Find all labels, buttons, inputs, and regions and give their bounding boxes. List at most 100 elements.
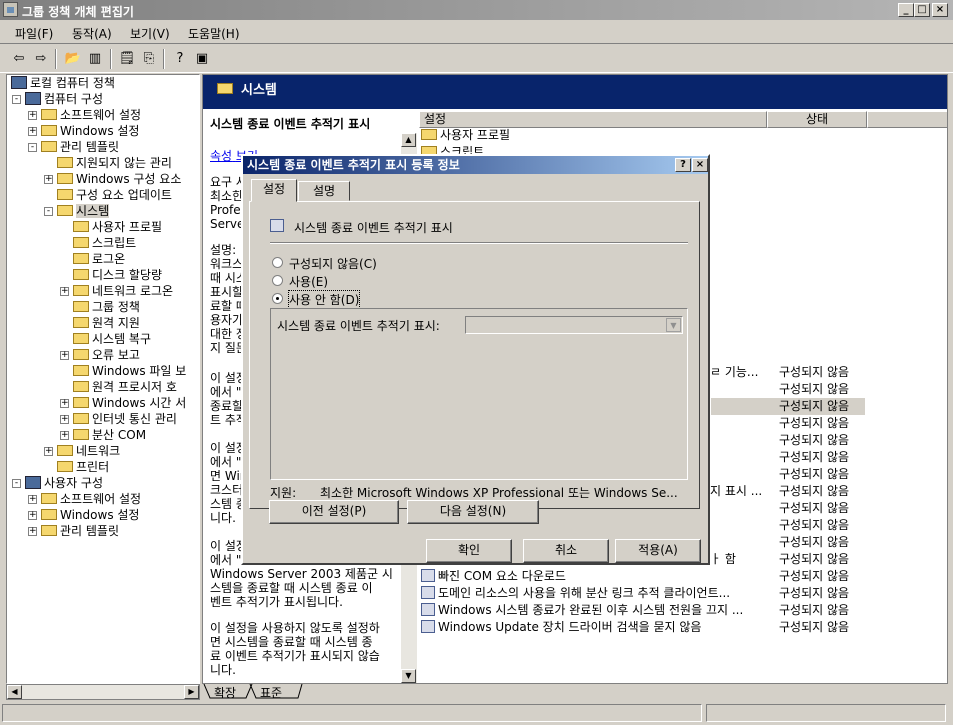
tree-item[interactable]: 인터넷 통신 관리: [73, 411, 177, 427]
radio-not-configured-label[interactable]: 구성되지 않음(C): [289, 255, 377, 272]
radio-enabled[interactable]: [272, 275, 283, 286]
help-icon[interactable]: ?: [171, 50, 189, 68]
tree-item[interactable]: 오류 보고: [73, 347, 140, 363]
tree-item[interactable]: 관리 템플릿: [41, 139, 119, 155]
tree-item[interactable]: 스크립트: [73, 235, 136, 251]
tree-item[interactable]: 사용자 구성: [25, 475, 103, 491]
expand-icon[interactable]: +: [60, 287, 69, 296]
table-row[interactable]: 빠진 COM 요소 다운로드: [421, 568, 566, 585]
tree-item[interactable]: 시스템 복구: [73, 331, 151, 347]
forward-arrow-icon[interactable]: ⇨: [32, 50, 50, 68]
tree-item[interactable]: 원격 지원: [73, 315, 140, 331]
scroll-left-button[interactable]: ◀: [7, 685, 22, 699]
collapse-icon[interactable]: -: [44, 207, 53, 216]
tree-horizontal-scrollbar[interactable]: ◀ ▶: [6, 684, 200, 700]
back-arrow-icon[interactable]: ⇦: [10, 50, 28, 68]
tree-item[interactable]: 네트워크 로그온: [73, 283, 173, 299]
cancel-button[interactable]: 취소: [523, 539, 609, 563]
tree-item[interactable]: 프린터: [57, 459, 109, 475]
tree-item[interactable]: 소프트웨어 설정: [41, 491, 141, 507]
apply-button[interactable]: 적용(A): [615, 539, 701, 563]
radio-not-configured[interactable]: [272, 257, 283, 268]
collapse-icon[interactable]: -: [12, 479, 21, 488]
tab-settings[interactable]: 설정: [251, 179, 297, 202]
radio-disabled-label[interactable]: 사용 안 함(D): [287, 290, 361, 309]
row-status: 구성되지 않음: [779, 450, 850, 464]
tree-item[interactable]: 소프트웨어 설정: [41, 107, 141, 123]
maximize-button[interactable]: □: [914, 3, 930, 17]
expand-icon[interactable]: +: [60, 431, 69, 440]
tree-item[interactable]: 지원되지 않는 관리: [57, 155, 172, 171]
menu-file[interactable]: 파일(F): [15, 25, 53, 42]
tree-item[interactable]: Windows 파일 보: [73, 363, 186, 379]
tree-item[interactable]: 시스템: [57, 203, 110, 219]
tree-item[interactable]: Windows 설정: [41, 123, 139, 139]
tree-item[interactable]: 네트워크: [57, 443, 120, 459]
scroll-up-button[interactable]: ▲: [401, 133, 416, 147]
show-tree-icon[interactable]: ▥: [86, 50, 104, 68]
table-row[interactable]: Windows Update 장치 드라이버 검색을 묻지 않음: [421, 619, 701, 636]
expand-icon[interactable]: +: [28, 495, 37, 504]
tree-item[interactable]: Windows 구성 요소: [57, 171, 181, 187]
menu-help[interactable]: 도움말(H): [188, 25, 240, 42]
row-setting-name-tail[interactable]: ㄹ 기능...: [710, 364, 758, 381]
expand-icon[interactable]: +: [44, 175, 53, 184]
ok-button[interactable]: 확인: [426, 539, 512, 563]
chevron-down-icon[interactable]: ▼: [666, 318, 681, 332]
expand-icon[interactable]: +: [28, 527, 37, 536]
menu-view[interactable]: 보기(V): [130, 25, 170, 42]
tree-item[interactable]: Windows 설정: [41, 507, 139, 523]
expand-icon[interactable]: +: [60, 399, 69, 408]
row-setting-name-tail[interactable]: 지 표시 ...: [710, 483, 762, 500]
radio-enabled-label[interactable]: 사용(E): [289, 273, 328, 290]
up-folder-icon[interactable]: 📂: [64, 50, 82, 68]
tab-extended[interactable]: 확장: [214, 684, 236, 701]
column-header-setting[interactable]: 설정: [419, 111, 767, 128]
tree-item[interactable]: 컴퓨터 구성: [25, 91, 103, 107]
tree-item-label: 인터넷 통신 관리: [92, 412, 177, 426]
dialog-close-button[interactable]: ×: [692, 158, 708, 172]
previous-setting-button[interactable]: 이전 설정(P): [269, 500, 399, 524]
radio-disabled[interactable]: [272, 293, 283, 304]
scroll-right-button[interactable]: ▶: [184, 685, 199, 699]
tree-item[interactable]: 구성 요소 업데이트: [57, 187, 172, 203]
tree-item[interactable]: 관리 템플릿: [41, 523, 119, 539]
row-setting-name-tail[interactable]: ㅏ 함: [710, 551, 736, 568]
column-header-blank[interactable]: [867, 111, 947, 128]
properties-icon[interactable]: 🗒: [118, 50, 136, 68]
tree-item[interactable]: 로그온: [73, 251, 125, 267]
tree-item[interactable]: 그룹 정책: [73, 299, 140, 315]
table-row[interactable]: Windows 시스템 종료가 완료된 이후 시스템 전원을 끄지 ...: [421, 602, 743, 619]
expand-icon[interactable]: +: [28, 511, 37, 520]
policy-setting-icon: [421, 586, 435, 599]
expand-icon[interactable]: +: [28, 111, 37, 120]
collapse-icon[interactable]: -: [12, 95, 21, 104]
console-icon[interactable]: ▣: [193, 50, 211, 68]
expand-icon[interactable]: +: [60, 415, 69, 424]
properties-link-text[interactable]: 속성: [210, 149, 232, 163]
list-item[interactable]: 사용자 프로필: [421, 127, 510, 144]
tree-item[interactable]: Windows 시간 서: [73, 395, 186, 411]
export-icon[interactable]: ⎘: [140, 50, 158, 68]
close-button[interactable]: ×: [932, 3, 948, 17]
collapse-icon[interactable]: -: [28, 143, 37, 152]
support-text: 최소한 Microsoft Windows XP Professional 또는…: [320, 486, 678, 500]
tree-root[interactable]: 로컬 컴퓨터 정책: [11, 75, 115, 91]
dialog-help-button[interactable]: ?: [675, 158, 691, 172]
tracker-combo[interactable]: ▼: [465, 316, 683, 334]
table-row[interactable]: 도메인 리소스의 사용을 위해 분산 링크 추적 클라이언트...: [421, 585, 730, 602]
expand-icon[interactable]: +: [60, 351, 69, 360]
tree-item[interactable]: 분산 COM: [73, 427, 146, 443]
tab-explanation[interactable]: 설명: [298, 181, 350, 201]
tab-standard[interactable]: 표준: [260, 684, 282, 701]
column-header-status[interactable]: 상태: [767, 111, 867, 128]
expand-icon[interactable]: +: [28, 127, 37, 136]
minimize-button[interactable]: _: [898, 3, 914, 17]
scroll-down-button[interactable]: ▼: [401, 669, 416, 683]
tree-item[interactable]: 사용자 프로필: [73, 219, 162, 235]
tree-item[interactable]: 디스크 할당량: [73, 267, 162, 283]
expand-icon[interactable]: +: [44, 447, 53, 456]
tree-item[interactable]: 원격 프로시저 호: [73, 379, 177, 395]
menu-action[interactable]: 동작(A): [72, 25, 112, 42]
next-setting-button[interactable]: 다음 설정(N): [407, 500, 539, 524]
